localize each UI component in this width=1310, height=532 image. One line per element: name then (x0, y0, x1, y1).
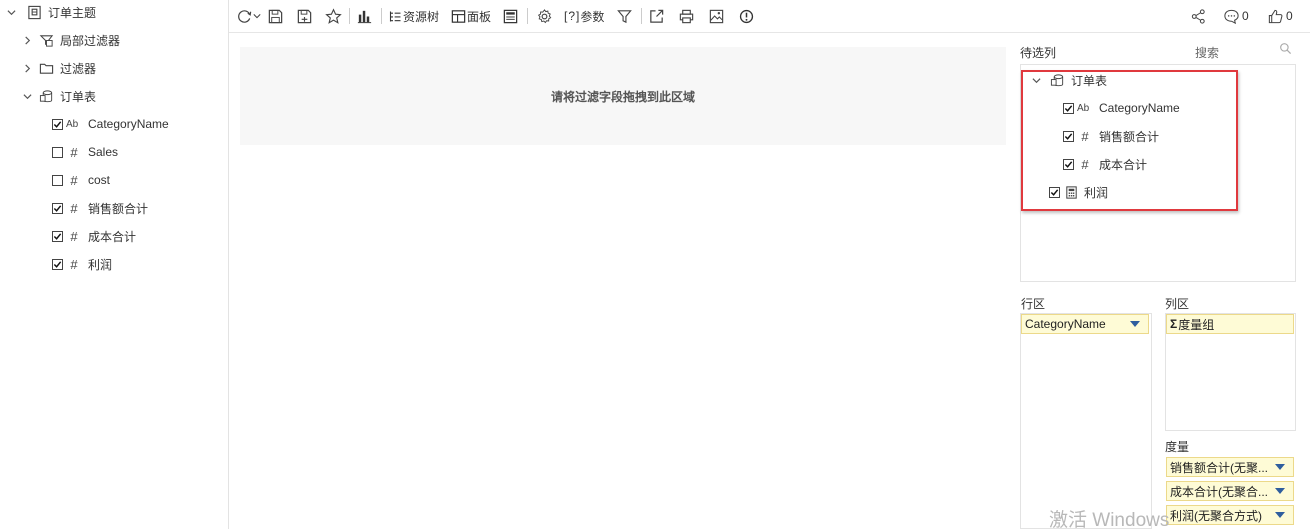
toolbar-divider (349, 8, 350, 24)
tree-field-row[interactable]: # 销售额合计 (52, 198, 148, 218)
drop-zone-hint: 请将过滤字段拖拽到此区域 (550, 89, 695, 104)
tree-filter-label: 过滤器 (60, 61, 97, 76)
tree-local-filter-label: 局部过滤器 (60, 33, 121, 48)
toolbar-divider (381, 8, 382, 24)
measure-label: 利润(无聚合方式) (1170, 508, 1262, 523)
measure-label: 成本合计(无聚合... (1170, 484, 1268, 499)
info-button[interactable] (738, 0, 755, 33)
layout-button[interactable] (502, 0, 519, 33)
row-area-box[interactable] (1020, 313, 1152, 529)
checkbox-checked[interactable] (52, 118, 63, 130)
measure-pill[interactable]: 成本合计(无聚合... (1166, 481, 1294, 501)
print-button[interactable] (678, 0, 695, 33)
tree-field-label: 利润 (88, 257, 113, 272)
measure-pill[interactable]: 销售额合计(无聚... (1166, 457, 1294, 477)
text-type-icon: Ab (66, 118, 79, 130)
checkbox-checked[interactable] (52, 230, 63, 242)
tree-table-label: 订单表 (60, 89, 97, 104)
tree-field-row[interactable]: Ab CategoryName (52, 114, 169, 134)
export-button[interactable] (648, 0, 665, 33)
filter-funnel-button[interactable] (616, 0, 633, 33)
toolbar: 资源树 面板 [?] 参数 0 0 (229, 0, 1310, 33)
number-type-icon: # (70, 256, 78, 272)
tree-node-root[interactable]: 订单主题 (6, 2, 96, 22)
tree-field-row[interactable]: # 成本合计 (52, 226, 136, 246)
number-type-icon: # (70, 172, 78, 188)
save-as-button[interactable] (296, 0, 313, 33)
comment-count: 0 (1242, 9, 1249, 23)
number-type-icon: # (70, 144, 78, 160)
resource-tree-button[interactable]: 资源树 (388, 0, 439, 33)
tree-field-label: cost (88, 173, 111, 187)
row-field-label: CategoryName (1025, 317, 1106, 331)
tree-field-label: 成本合计 (88, 229, 137, 244)
chevron-right-icon[interactable] (22, 35, 32, 45)
tree-field-row[interactable]: # cost (52, 170, 110, 190)
dropdown-arrow-icon[interactable] (1130, 321, 1140, 327)
tree-field-row[interactable]: # 利润 (52, 254, 112, 274)
database-table-icon (38, 88, 54, 104)
panel-label: 面板 (467, 9, 492, 24)
search-input[interactable]: 搜索 (1195, 44, 1219, 61)
chevron-down-icon[interactable] (6, 7, 16, 17)
save-button[interactable] (267, 0, 284, 33)
checkbox-checked[interactable] (52, 258, 63, 270)
local-filter-icon (38, 32, 54, 48)
params-label: 参数 (580, 9, 605, 24)
params-button[interactable]: [?] 参数 (564, 0, 604, 33)
tree-root-label: 订单主题 (48, 5, 97, 20)
checkbox-unchecked[interactable] (52, 174, 63, 186)
measures-label: 度量 (1165, 440, 1190, 454)
dropdown-arrow-icon[interactable] (1275, 464, 1285, 470)
checkbox-unchecked[interactable] (52, 146, 63, 158)
number-type-icon: # (70, 228, 78, 244)
params-icon: [?] (564, 9, 581, 23)
column-area-label: 列区 (1165, 297, 1190, 311)
tree-field-label: CategoryName (88, 117, 169, 131)
toolbar-divider (641, 8, 643, 24)
panel-button[interactable]: 面板 (450, 0, 491, 33)
favorite-star-button[interactable] (325, 0, 342, 33)
tree-field-row[interactable]: # Sales (52, 142, 118, 162)
row-field-pill[interactable]: CategoryName (1021, 314, 1149, 334)
toolbar-divider (527, 8, 529, 24)
measure-label: 销售额合计(无聚... (1170, 460, 1268, 475)
search-icon[interactable] (1279, 42, 1292, 58)
number-type-icon: # (70, 200, 78, 216)
chevron-right-icon[interactable] (22, 63, 32, 73)
filter-drop-zone[interactable]: 请将过滤字段拖拽到此区域 (240, 47, 1006, 145)
row-area-label: 行区 (1021, 297, 1046, 311)
folder-icon (38, 60, 54, 76)
resource-tree-panel: 订单主题 局部过滤器 过滤器 订单表 Ab CategoryName # Sales #… (0, 0, 229, 529)
tree-node-table[interactable]: 订单表 (22, 86, 96, 106)
tree-node-local-filter[interactable]: 局部过滤器 (22, 30, 120, 50)
theme-icon (26, 4, 42, 20)
highlight-annotation-box (1021, 70, 1238, 211)
tree-node-filter[interactable]: 过滤器 (22, 58, 96, 78)
resource-tree-label: 资源树 (403, 9, 440, 24)
measure-pill[interactable]: 利润(无聚合方式) (1166, 505, 1294, 525)
like-button[interactable]: 0 (1267, 0, 1293, 33)
share-button[interactable] (1190, 0, 1207, 33)
settings-gear-button[interactable] (536, 0, 553, 33)
image-export-button[interactable] (708, 0, 725, 33)
chart-type-button[interactable] (356, 0, 373, 33)
dropdown-arrow-icon[interactable] (1275, 488, 1285, 494)
tree-field-label: Sales (88, 145, 119, 159)
comment-button[interactable]: 0 (1223, 0, 1249, 33)
checkbox-checked[interactable] (52, 202, 63, 214)
column-field-label: 度量组 (1178, 317, 1215, 332)
candidate-columns-label: 待选列 (1020, 46, 1057, 60)
sigma-icon: Σ (1170, 317, 1178, 331)
like-count: 0 (1286, 9, 1293, 23)
tree-field-label: 销售额合计 (88, 201, 149, 216)
chevron-down-icon[interactable] (22, 91, 32, 101)
dropdown-arrow-icon[interactable] (1275, 512, 1285, 518)
column-field-pill[interactable]: Σ 度量组 (1166, 314, 1294, 334)
refresh-button[interactable] (236, 0, 261, 33)
chevron-down-icon (253, 14, 261, 19)
windows-activation-watermark: 激活 Windows (1049, 510, 1170, 531)
